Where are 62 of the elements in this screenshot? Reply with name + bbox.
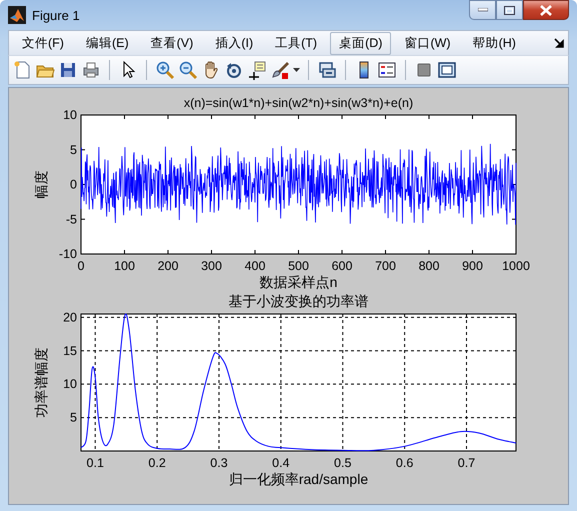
link-icon[interactable] [317,60,337,80]
dock-icon[interactable] [554,38,564,48]
tick-label: 0.3 [210,456,228,470]
close-button[interactable] [523,0,569,20]
tick-label: 10 [63,108,77,122]
tick-label: 0 [70,178,77,192]
tick-label: 600 [332,259,352,273]
tick-label: 5 [70,410,77,425]
menu-item[interactable]: 插入(I) [206,32,262,54]
menu-item[interactable]: 编辑(E) [76,32,138,54]
save-icon[interactable] [58,60,78,80]
legend-icon[interactable] [377,60,397,80]
tick-label: 500 [288,259,309,273]
menu-item[interactable]: 帮助(H) [464,32,525,54]
tick-label: 0.6 [396,456,414,470]
zoom-in-icon[interactable] [155,60,175,80]
frame-icon[interactable] [437,60,457,80]
menu-item[interactable]: 查看(V) [142,32,202,54]
tick-label: 700 [375,259,396,273]
tick-label: 0.1 [86,456,104,470]
axis-label: 数据采样点n [260,274,338,290]
tick-label: 100 [114,259,135,273]
menu-item[interactable]: 桌面(D) [330,32,392,54]
menu-item[interactable]: 文件(F) [13,32,73,54]
minimize-button[interactable] [469,0,496,20]
plot-title: x(n)=sin(w1*n)+sin(w2*n)+sin(w3*n)+e(n) [184,96,414,110]
caret-icon[interactable] [293,68,300,72]
restore-icon [504,6,515,14]
tick-label: 0.2 [148,456,166,470]
app-icon [8,6,26,24]
tick-label: -5 [66,212,77,226]
tick-label: 900 [462,259,483,273]
brush-icon[interactable] [270,60,290,80]
minimize-icon [478,8,488,12]
maximize-button[interactable] [496,0,523,20]
menu-item[interactable]: 窗口(W) [395,32,460,54]
data-cursor-icon[interactable] [247,60,267,80]
axis-label: 功率谱幅度 [33,348,49,418]
tick-label: 400 [244,259,266,273]
new-file-icon[interactable] [12,60,32,80]
tick-label: 0.4 [272,456,290,470]
tick-label: 0 [78,259,84,273]
close-icon [540,4,552,16]
window-title: Figure 1 [32,8,80,22]
plot-title: 基于小波变换的功率谱 [228,293,368,309]
tick-label: 15 [63,344,77,358]
tick-label: 5 [70,142,77,157]
tick-label: 0.5 [334,456,352,470]
tick-label: -10 [58,247,77,261]
tick-label: 20 [63,310,77,324]
tick-label: 800 [418,259,440,273]
axis-label: 幅度 [33,170,49,198]
zoom-out-icon[interactable] [178,60,198,80]
tick-label: 10 [63,377,77,392]
print-icon[interactable] [81,60,101,80]
tick-label: 1000 [502,259,530,273]
tick-label: 300 [201,259,222,273]
rotate-icon[interactable] [224,60,244,80]
tick-label: 200 [158,259,178,273]
tick-label: 0.7 [458,456,476,470]
menu-item[interactable]: 工具(T) [266,32,326,54]
axis-label: 归一化频率rad/sample [228,471,368,487]
